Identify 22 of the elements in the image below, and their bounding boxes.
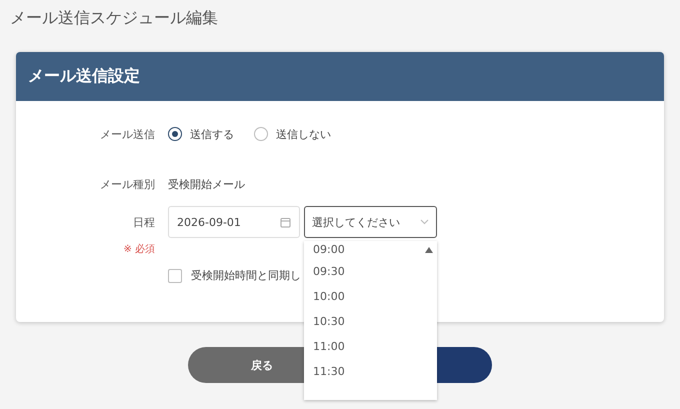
checkbox-label: 受検開始時間と同期し — [191, 268, 301, 283]
required-note: ※ 必須 — [122, 242, 155, 256]
dropdown-option[interactable]: 10:00 — [304, 284, 437, 309]
sync-checkbox[interactable]: 受検開始時間と同期し — [168, 268, 301, 283]
card-title: メール送信設定 — [28, 66, 140, 87]
radio-option[interactable]: 送信する — [168, 126, 234, 142]
page-title: メール送信スケジュール編集 — [10, 7, 219, 29]
field-value: 受検開始メール — [168, 177, 246, 192]
date-field[interactable]: 2026-09-01 — [168, 206, 300, 238]
dropdown-option[interactable]: 09:00 — [304, 241, 437, 259]
field-label: メール送信 — [99, 126, 155, 142]
field-label: メール種別 — [99, 177, 155, 192]
time-select[interactable]: 選択してください — [304, 206, 437, 238]
calendar-icon — [280, 216, 291, 228]
chevron-down-icon — [420, 219, 429, 225]
radio-label: 送信する — [190, 126, 234, 142]
radio-label: 送信しない — [276, 126, 331, 142]
radio-option[interactable]: 送信しない — [254, 126, 331, 142]
dropdown-option[interactable]: 09:30 — [304, 259, 437, 284]
dropdown-option[interactable]: 10:30 — [304, 309, 437, 334]
scroll-up-icon[interactable] — [425, 247, 433, 253]
field-label: 日程 — [132, 214, 155, 230]
